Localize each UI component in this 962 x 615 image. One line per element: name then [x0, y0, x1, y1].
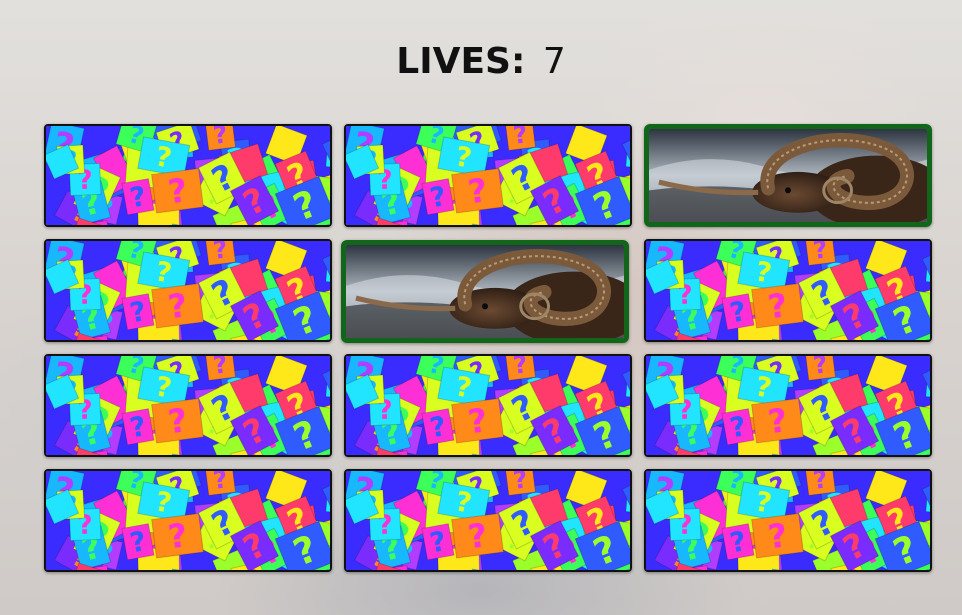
card-12[interactable]: ???????????????????????????????????????? [644, 469, 932, 572]
card-board: ????????????????????????????????????????… [44, 124, 932, 572]
card-11[interactable]: ???????????????????????????????????????? [344, 469, 632, 572]
question-mark-pattern-icon: ???????????????????????????????????????? [646, 471, 930, 570]
card-4[interactable]: ???????????????????????????????????????? [44, 239, 332, 342]
ram-photo-icon [346, 245, 624, 338]
card-6[interactable]: ???????????????????????????????????????? [644, 239, 932, 342]
question-mark-pattern-icon: ???????????????????????????????????????? [646, 241, 930, 340]
card-9[interactable]: ???????????????????????????????????????? [644, 354, 932, 457]
question-mark-pattern-icon: ???????????????????????????????????????? [46, 241, 330, 340]
card-10[interactable]: ???????????????????????????????????????? [44, 469, 332, 572]
question-mark-pattern-icon: ???????????????????????????????????????? [346, 356, 630, 455]
svg-text:?: ? [811, 241, 829, 265]
svg-text:?: ? [511, 126, 529, 150]
svg-text:?: ? [811, 356, 829, 380]
svg-text:?: ? [811, 471, 829, 495]
question-mark-pattern-icon: ???????????????????????????????????????? [346, 126, 630, 225]
svg-text:?: ? [211, 126, 229, 150]
svg-text:?: ? [511, 356, 529, 380]
lives-label: LIVES: [396, 41, 526, 82]
lives-value: 7 [542, 41, 566, 82]
question-mark-pattern-icon: ???????????????????????????????????????? [346, 471, 630, 570]
card-5[interactable] [341, 240, 629, 343]
question-mark-pattern-icon: ???????????????????????????????????????? [646, 356, 930, 455]
card-2[interactable]: ???????????????????????????????????????? [344, 124, 632, 227]
ram-photo-icon [649, 129, 927, 222]
question-mark-pattern-icon: ???????????????????????????????????????? [46, 356, 330, 455]
card-7[interactable]: ???????????????????????????????????????? [44, 354, 332, 457]
question-mark-pattern-icon: ???????????????????????????????????????? [46, 471, 330, 570]
card-3[interactable] [644, 124, 932, 227]
card-8[interactable]: ???????????????????????????????????????? [344, 354, 632, 457]
lives-counter: LIVES: 7 [0, 40, 962, 84]
svg-text:?: ? [211, 241, 229, 265]
question-mark-pattern-icon: ???????????????????????????????????????? [46, 126, 330, 225]
svg-text:?: ? [211, 356, 229, 380]
svg-text:?: ? [511, 471, 529, 495]
svg-text:?: ? [211, 471, 229, 495]
card-1[interactable]: ???????????????????????????????????????? [44, 124, 332, 227]
